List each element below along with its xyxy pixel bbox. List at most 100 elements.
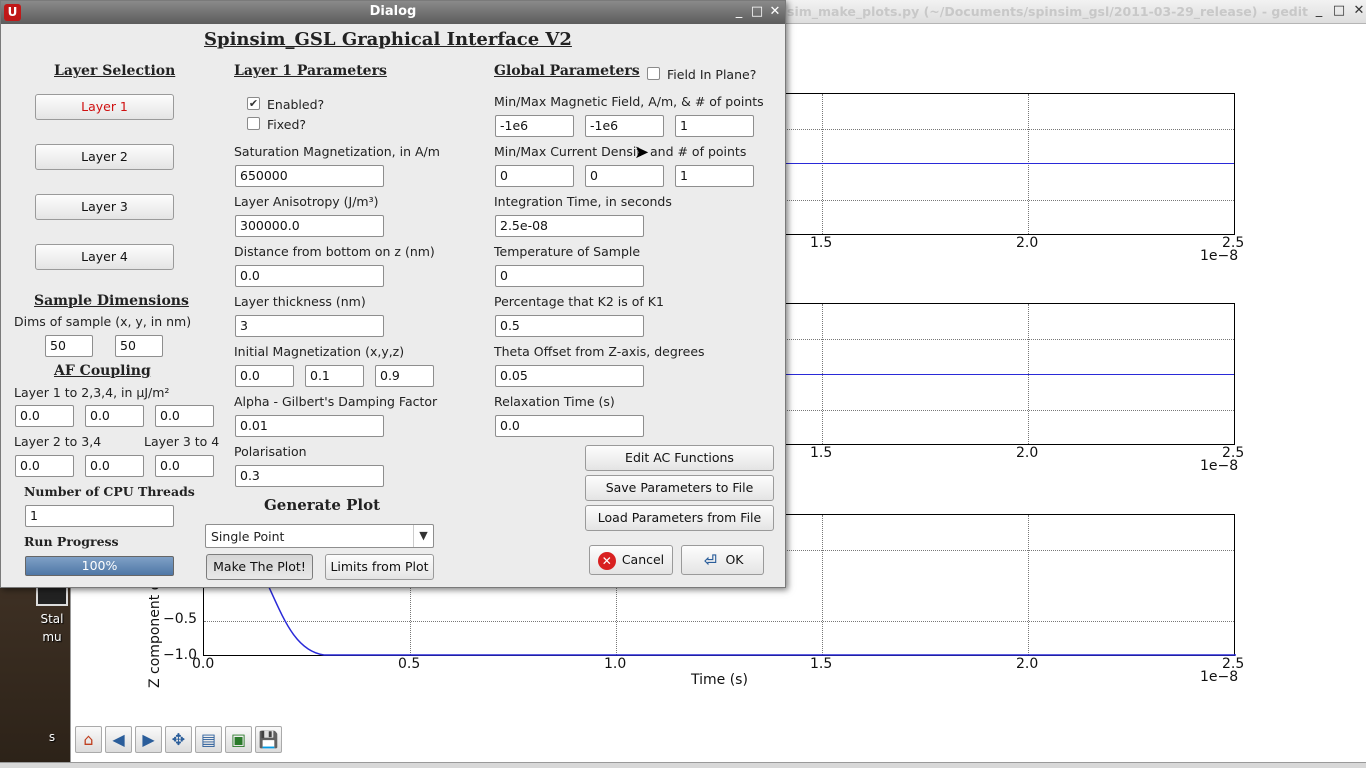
layer-3-button[interactable]: Layer 3 [35, 194, 174, 220]
layer-params-heading: Layer 1 Parameters [234, 63, 387, 79]
sample-x-field[interactable]: 50 [45, 335, 93, 357]
minimize-icon[interactable]: _ [1311, 3, 1327, 19]
af-coupling-2-4-field[interactable]: 0.0 [85, 455, 144, 477]
relaxation-time-label: Relaxation Time (s) [494, 394, 615, 409]
af-coupling-layer2-label: Layer 2 to 3,4 [14, 434, 102, 449]
x-tick-label: 1.5 [810, 235, 833, 251]
current-min-field[interactable]: 0 [495, 165, 574, 187]
x-tick-label: 1.5 [810, 445, 833, 461]
run-progress-label: Run Progress [24, 534, 119, 549]
mag-field-points-field[interactable]: 1 [675, 115, 754, 137]
page-title: Spinsim_GSL Graphical Interface V2 [204, 29, 572, 50]
polarisation-field[interactable]: 0.3 [235, 465, 384, 487]
af-coupling-3-4-field[interactable]: 0.0 [155, 455, 214, 477]
field-in-plane-checkbox[interactable] [647, 67, 660, 80]
alpha-label: Alpha - Gilbert's Damping Factor [234, 394, 438, 409]
close-icon[interactable]: ✕ [1351, 3, 1366, 19]
mag-field-max-field[interactable]: -1e6 [585, 115, 664, 137]
anisotropy-label: Layer Anisotropy (J/m³) [234, 194, 379, 209]
x-tick-label: 2.0 [1016, 235, 1039, 251]
sample-dimensions-heading: Sample Dimensions [34, 293, 189, 309]
current-points-field[interactable]: 1 [675, 165, 754, 187]
plot-mode-select[interactable]: Single Point ▼ [205, 524, 434, 548]
theta-offset-field[interactable]: 0.05 [495, 365, 644, 387]
sample-dims-label: Dims of sample (x, y, in nm) [14, 314, 192, 329]
x-tick-label: 2.0 [1016, 445, 1039, 461]
load-parameters-button[interactable]: Load Parameters from File [585, 505, 774, 531]
cancel-button-label: Cancel [621, 552, 665, 567]
layer-selection-heading: Layer Selection [54, 63, 176, 79]
save-parameters-button[interactable]: Save Parameters to File [585, 475, 774, 501]
relaxation-time-field[interactable]: 0.0 [495, 415, 644, 437]
save-icon[interactable]: 💾 [255, 726, 282, 753]
plot-mode-value: Single Point [211, 529, 285, 544]
af-coupling-1-4-field[interactable]: 0.0 [155, 405, 214, 427]
configure-icon[interactable]: ▤ [195, 726, 222, 753]
run-progress-bar: 100% [25, 556, 174, 576]
maximize-icon[interactable]: □ [1331, 3, 1347, 19]
layer-4-button[interactable]: Layer 4 [35, 244, 174, 270]
sample-y-field[interactable]: 50 [115, 335, 163, 357]
integration-time-label: Integration Time, in seconds [494, 194, 672, 209]
thickness-field[interactable]: 3 [235, 315, 384, 337]
distance-field[interactable]: 0.0 [235, 265, 384, 287]
anisotropy-field[interactable]: 300000.0 [235, 215, 384, 237]
x-tick-label: 1.5 [810, 656, 833, 672]
desktop-icon-label-1: Stal [40, 612, 64, 626]
cancel-button[interactable]: ✕ Cancel [589, 545, 673, 575]
af-coupling-2-3-field[interactable]: 0.0 [15, 455, 74, 477]
enabled-checkbox[interactable]: ✔ [247, 97, 260, 110]
edit-ac-functions-button[interactable]: Edit AC Functions [585, 445, 774, 471]
alpha-field[interactable]: 0.01 [235, 415, 384, 437]
minimize-icon[interactable]: _ [731, 4, 747, 20]
desktop-icon[interactable]: Stal mu s [32, 582, 72, 746]
init-mag-y-field[interactable]: 0.1 [305, 365, 364, 387]
init-mag-label: Initial Magnetization (x,y,z) [234, 344, 405, 359]
make-plot-button[interactable]: Make The Plot! [206, 554, 313, 580]
sat-mag-field[interactable]: 650000 [235, 165, 384, 187]
dialog-window: U Dialog _ □ ✕ Spinsim_GSL Graphical Int… [0, 0, 786, 588]
home-icon[interactable]: ⌂ [75, 726, 102, 753]
k2-percentage-field[interactable]: 0.5 [495, 315, 644, 337]
init-mag-x-field[interactable]: 0.0 [235, 365, 294, 387]
pan-icon[interactable]: ✥ [165, 726, 192, 753]
close-icon[interactable]: ✕ [767, 4, 783, 20]
field-in-plane-label: Field In Plane? [667, 67, 757, 82]
af-coupling-1-2-field[interactable]: 0.0 [15, 405, 74, 427]
af-coupling-1-3-field[interactable]: 0.0 [85, 405, 144, 427]
af-coupling-layer1-label: Layer 1 to 2,3,4, in μJ/m² [14, 385, 170, 400]
cpu-threads-label: Number of CPU Threads [24, 484, 195, 499]
ok-button[interactable]: ⏎ OK [681, 545, 764, 575]
generate-plot-heading: Generate Plot [264, 496, 381, 514]
current-max-field[interactable]: 0 [585, 165, 664, 187]
chevron-down-icon: ▼ [413, 525, 433, 547]
layer-2-button[interactable]: Layer 2 [35, 144, 174, 170]
init-mag-z-field[interactable]: 0.9 [375, 365, 434, 387]
desktop-icon-label-3: s [48, 730, 56, 744]
fixed-checkbox[interactable] [247, 117, 260, 130]
maximize-icon[interactable]: □ [749, 4, 765, 20]
sat-mag-label: Saturation Magnetization, in A/m [234, 144, 440, 159]
taskbar [0, 762, 1366, 768]
dialog-title: Dialog [369, 4, 417, 19]
layer-1-button[interactable]: Layer 1 [35, 94, 174, 120]
thickness-label: Layer thickness (nm) [234, 294, 366, 309]
x-axis-label: Time (s) [691, 672, 748, 688]
grid-line [1028, 94, 1029, 234]
temperature-field[interactable]: 0 [495, 265, 644, 287]
mag-field-min-field[interactable]: -1e6 [495, 115, 574, 137]
forward-icon[interactable]: ▶ [135, 726, 162, 753]
back-icon[interactable]: ◀ [105, 726, 132, 753]
plot-window-title: sim_make_plots.py (~/Documents/spinsim_g… [787, 4, 1309, 19]
x-tick-label: 1.0 [604, 656, 627, 672]
cpu-threads-field[interactable]: 1 [25, 505, 174, 527]
grid-line [822, 94, 823, 234]
return-arrow-icon: ⏎ [703, 550, 718, 570]
mouse-cursor-icon: ➤ [634, 142, 650, 163]
af-coupling-heading: AF Coupling [54, 363, 151, 379]
zoom-rect-icon[interactable]: ▣ [225, 726, 252, 753]
limits-from-plot-button[interactable]: Limits from Plot [325, 554, 434, 580]
global-params-heading: Global Parameters [494, 63, 640, 79]
fixed-label: Fixed? [267, 117, 307, 132]
integration-time-field[interactable]: 2.5e-08 [495, 215, 644, 237]
